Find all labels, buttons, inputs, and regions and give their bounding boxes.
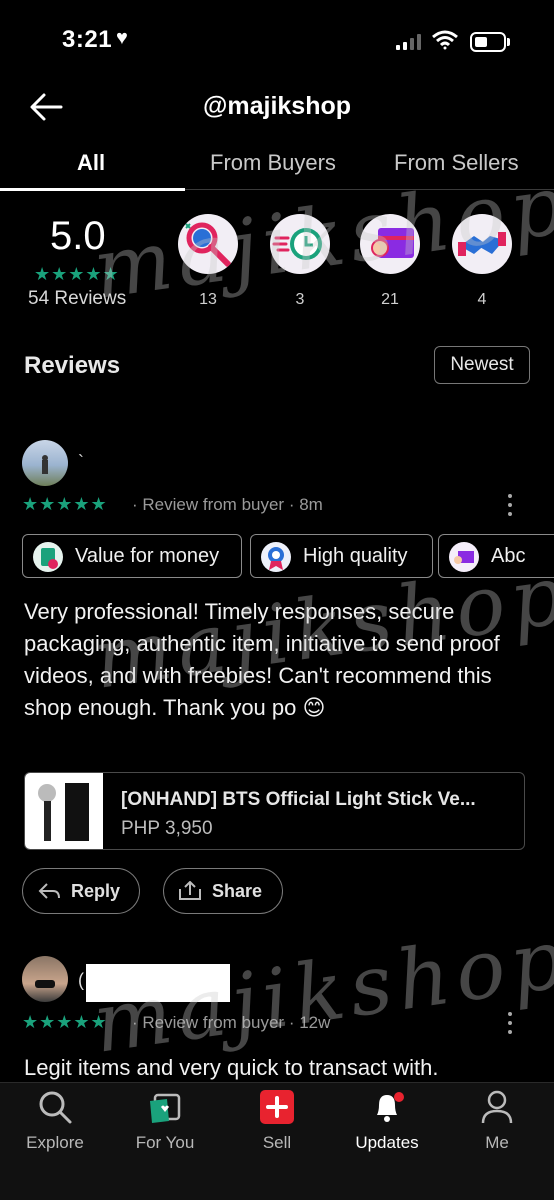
status-bar: 3:21 ♥ [0, 0, 554, 84]
product-name: [ONHAND] BTS Official Light Stick Ve... [121, 789, 476, 810]
reviewer-name: ` [78, 452, 84, 472]
battery-cap [507, 38, 510, 46]
ok-hand-box-icon[interactable] [360, 214, 420, 274]
review-meta: · Review from buyer · 12w [132, 1013, 331, 1032]
bell-icon [377, 1092, 404, 1122]
tag-chip: Value for money [22, 534, 242, 578]
fast-clock-icon[interactable] [270, 214, 330, 274]
share-icon [179, 881, 201, 900]
nav-label: Updates [355, 1133, 419, 1152]
tag-chip: High quality [250, 534, 433, 578]
badge-count: 13 [199, 291, 217, 308]
tag-label: High quality [303, 545, 408, 567]
nav-label: Me [485, 1133, 509, 1152]
tab-from-sellers[interactable]: From Sellers [394, 150, 519, 176]
reply-button[interactable]: Reply [22, 868, 140, 914]
nav-label: For You [135, 1133, 195, 1152]
average-rating: 5.0 [50, 214, 106, 258]
review-tabs: All From Buyers From Sellers [0, 138, 554, 191]
review-count: 54 Reviews [28, 288, 127, 309]
badge-count: 21 [381, 291, 399, 308]
review-text: Legit items and very quick to transact w… [24, 1055, 439, 1080]
for-you-icon [150, 1093, 181, 1123]
page-title: @majikshop [202, 92, 352, 120]
plus-box-icon [260, 1090, 294, 1124]
active-tab-indicator [0, 188, 185, 191]
wifi-icon [432, 30, 458, 50]
review-stars: ★★★★★ [22, 1012, 108, 1032]
product-card[interactable]: [ONHAND] BTS Official Light Stick Ve... … [24, 772, 525, 850]
reviewer-name: ( [78, 970, 84, 990]
person-icon [481, 1090, 513, 1124]
nav-explore[interactable]: Explore [0, 1083, 110, 1173]
nav-label: Explore [26, 1133, 84, 1152]
more-options-icon[interactable] [500, 490, 520, 520]
badge-count: 4 [477, 291, 487, 308]
more-options-icon[interactable] [500, 1008, 520, 1038]
money-icon [33, 542, 63, 572]
review-text: Very professional! Timely responses, sec… [24, 599, 500, 720]
avatar[interactable] [22, 956, 68, 1002]
nav-for-you[interactable]: For You [110, 1083, 220, 1173]
battery-icon [470, 32, 506, 52]
ribbon-badge-icon [261, 542, 291, 572]
tab-from-buyers[interactable]: From Buyers [210, 150, 336, 176]
nav-me[interactable]: Me [442, 1083, 552, 1173]
rating-stars: ★★★★★ [34, 264, 120, 284]
avatar[interactable] [22, 440, 68, 486]
badge-count: 3 [295, 291, 305, 308]
tab-all[interactable]: All [77, 150, 105, 176]
nav-label: Sell [262, 1133, 292, 1152]
search-icon [39, 1091, 72, 1124]
review-meta: · Review from buyer · 8m [132, 495, 323, 514]
bottom-navigation: Explore For You Sell Updates Me [0, 1082, 554, 1200]
sort-button[interactable]: Newest [434, 346, 530, 384]
nav-sell[interactable]: Sell [222, 1083, 332, 1173]
redacted-name [86, 964, 230, 1002]
header: @majikshop [0, 84, 554, 134]
status-time: 3:21 [62, 26, 113, 53]
product-price: PHP 3,950 [121, 818, 213, 839]
tag-label: Abc [491, 545, 526, 567]
tag-label: Value for money [75, 545, 220, 567]
reply-arrow-icon [38, 883, 60, 899]
tag-chip: Abc [438, 534, 554, 578]
reviews-heading: Reviews [24, 352, 121, 379]
box-hand-icon [449, 542, 479, 572]
signal-icon [396, 34, 422, 50]
nav-updates[interactable]: Updates [332, 1083, 442, 1173]
magnifier-hand-icon[interactable] [178, 214, 238, 274]
product-thumbnail [25, 773, 103, 849]
review-stars: ★★★★★ [22, 494, 108, 514]
reply-label: Reply [71, 881, 121, 901]
share-button[interactable]: Share [163, 868, 283, 914]
share-label: Share [212, 881, 263, 901]
handshake-icon[interactable] [452, 214, 512, 274]
heart-icon: ♥ [116, 27, 128, 49]
